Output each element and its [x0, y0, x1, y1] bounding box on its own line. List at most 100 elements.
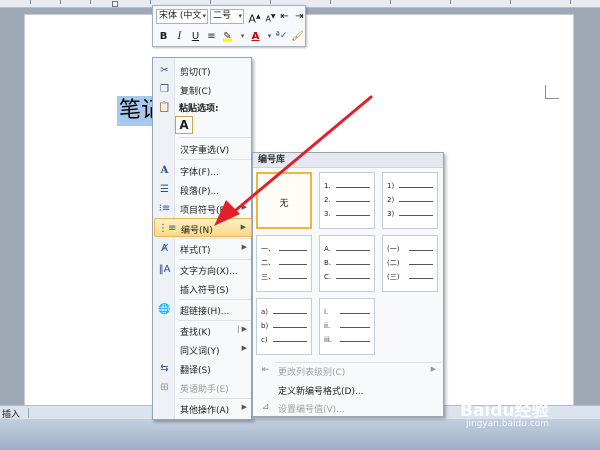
menu-item-copy[interactable]: ❐ 复制(C) — [154, 80, 252, 99]
menu-item-lookup[interactable]: 查找(K) | ▶ — [154, 321, 252, 340]
grow-font-button[interactable]: A▲ — [247, 9, 262, 26]
numbering-format-tile[interactable]: 1) 2) 3) — [382, 172, 438, 229]
decrease-indent-button[interactable]: ⇤ — [277, 9, 292, 24]
chevron-down-icon: ▾ — [202, 12, 206, 20]
paste-options-heading: 粘贴选项: — [179, 104, 219, 114]
numbered-list-icon: ⋮≡ — [158, 223, 177, 234]
menu-item-label: 设置编号值(V)... — [278, 405, 345, 415]
numbering-format-tile[interactable]: 一、 二、 三、 — [256, 235, 312, 292]
submenu-arrow-icon: ▶ — [430, 365, 436, 373]
translate-icon: ⇆ — [160, 363, 169, 374]
submenu-arrow-icon: ▶ — [241, 403, 247, 411]
menu-item-paragraph[interactable]: ☰ 段落(P)... — [154, 180, 252, 199]
line-sample — [336, 215, 370, 216]
ruler-tick — [390, 0, 391, 4]
font-size-combo[interactable]: 二号 ▾ — [210, 9, 244, 24]
menu-item-styles[interactable]: Ⱥ 样式(T) ▶ — [154, 239, 252, 258]
mini-toolbar: 宋体 (中文 ▾ 二号 ▾ A▲ A▼ ⇤ ⇥ B I U ≡ ✎ ▾ A ▾ … — [152, 5, 306, 47]
font-name-combo[interactable]: 宋体 (中文 ▾ — [156, 9, 208, 24]
styles-button[interactable]: ª✓ — [274, 29, 289, 44]
font-color-button[interactable]: A — [248, 29, 263, 44]
menu-item-label: 其他操作(A) — [180, 406, 230, 416]
menu-item-label: 查找(K) — [180, 328, 211, 338]
menu-item-more-actions[interactable]: 其他操作(A) ▶ — [154, 399, 252, 418]
numbering-format-tile[interactable]: 1. 2. 3. — [319, 172, 375, 229]
format-marker: B. — [324, 259, 332, 267]
numbering-format-tile[interactable]: A. B. C. — [319, 235, 375, 292]
line-sample — [409, 250, 433, 251]
increase-indent-button[interactable]: ⇥ — [292, 9, 307, 24]
menu-item-numbering[interactable]: ⋮≡ 编号(N) ▶ — [154, 218, 252, 237]
menu-item-text-direction[interactable]: ‖A 文字方向(X)... — [154, 260, 252, 279]
line-sample — [409, 278, 433, 279]
menu-item-label: 英语助手(E) — [180, 385, 229, 395]
menu-item-cut[interactable]: ✂ 剪切(T) — [154, 61, 252, 80]
menu-item-translate[interactable]: ⇆ 翻译(S) — [154, 359, 252, 378]
line-sample — [336, 187, 370, 188]
bold-button[interactable]: B — [156, 29, 171, 44]
ruler-tick — [210, 0, 211, 4]
numbering-format-tile[interactable]: a) b) c) — [256, 298, 312, 355]
text-direction-icon: ‖A — [158, 264, 171, 275]
format-marker: A. — [324, 245, 331, 253]
format-marker: iii. — [324, 336, 333, 344]
line-sample — [409, 264, 433, 265]
font-icon: A — [160, 165, 169, 176]
format-marker: (一) — [387, 245, 400, 253]
submenu-arrow-icon: ▶ — [241, 344, 247, 352]
menu-item-label: 更改列表级别(C) — [278, 368, 346, 378]
italic-button[interactable]: I — [172, 29, 187, 44]
numbering-format-tile[interactable]: i. ii. iii. — [319, 298, 375, 355]
menu-item-label: 插入符号(S) — [180, 286, 229, 296]
define-new-number-format-item[interactable]: 定义新编号格式(D)... — [254, 380, 442, 399]
submenu-arrow-icon: ▶ — [241, 243, 247, 251]
menu-item-hyperlink[interactable]: 🌐 超链接(H)... — [154, 300, 252, 319]
menu-item-label: 编号(N) — [181, 226, 213, 236]
paste-keep-text-only-button[interactable]: A — [175, 116, 193, 134]
menu-item-label: 项目符号(B) — [180, 206, 230, 216]
menu-item-label: 复制(C) — [180, 87, 212, 97]
hyperlink-globe-icon: 🌐 — [158, 304, 171, 315]
highlighter-icon: ✎ — [223, 31, 232, 42]
line-sample — [340, 313, 370, 314]
center-align-button[interactable]: ≡ — [204, 29, 219, 44]
format-painter-button[interactable]: 🖌 — [290, 29, 305, 44]
format-marker: C. — [324, 273, 332, 281]
menu-item-label: 汉字重选(V) — [180, 146, 230, 156]
underline-button[interactable]: U — [188, 29, 203, 44]
format-marker: 二、 — [261, 259, 275, 267]
format-marker: ii. — [324, 322, 331, 330]
line-sample — [399, 215, 433, 216]
numbering-format-none[interactable]: 无 — [256, 172, 312, 229]
numbering-format-tile[interactable]: (一) (二) (三) — [382, 235, 438, 292]
ruler-tick — [510, 0, 511, 4]
indent-marker[interactable] — [112, 1, 118, 7]
menu-item-label: 剪切(T) — [180, 68, 211, 78]
shrink-font-button[interactable]: A▼ — [263, 9, 278, 24]
ruler-tick — [270, 0, 271, 4]
none-label: 无 — [279, 199, 289, 209]
format-marker: c) — [261, 336, 268, 344]
submenu-arrow-icon: ▶ — [240, 223, 246, 231]
menu-item-reconvert[interactable]: 汉字重选(V) — [154, 139, 252, 158]
menu-item-insert-symbol[interactable]: 插入符号(S) — [154, 279, 252, 298]
menu-item-font[interactable]: A 字体(F)... — [154, 161, 252, 180]
crop-mark-right — [545, 85, 559, 99]
line-sample — [340, 341, 370, 342]
format-marker: (三) — [387, 273, 400, 281]
chevron-down-icon: ▾ — [238, 12, 242, 20]
highlight-color-button[interactable]: ✎ — [220, 29, 235, 44]
font-name-value: 宋体 (中文 — [159, 11, 202, 21]
decrease-indent-icon: ⇤ — [280, 11, 289, 22]
context-menu: ✂ 剪切(T) ❐ 复制(C) 📋 粘贴选项: 汉字重选(V) A 字体(F).… — [152, 57, 252, 420]
ruler-tick — [570, 0, 571, 4]
ruler-tick — [60, 0, 61, 4]
menu-item-label: 同义词(Y) — [180, 347, 220, 357]
line-sample — [336, 250, 370, 251]
line-sample — [336, 264, 370, 265]
ruler-tick — [150, 0, 151, 4]
paragraph-icon: ☰ — [160, 184, 169, 195]
menu-item-bullets[interactable]: ⁝≡ 项目符号(B) ▶ — [154, 199, 252, 218]
font-size-value: 二号 — [213, 11, 232, 21]
menu-item-synonyms[interactable]: 同义词(Y) ▶ — [154, 340, 252, 359]
